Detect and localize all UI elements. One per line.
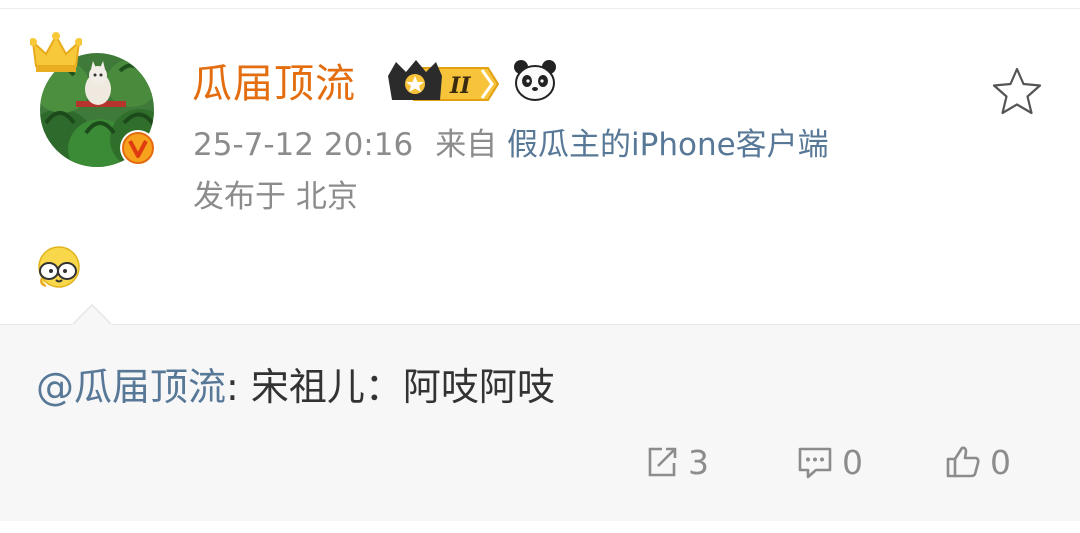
comment-count: 0 — [842, 442, 863, 482]
weibo-post-card: 瓜届顶流 II 25-7-12 20:16 来自 假瓜主的iPhone客户端 发布… — [0, 0, 1080, 533]
like-icon — [946, 446, 980, 478]
source-app-link[interactable]: 假瓜主的iPhone客户端 — [507, 127, 829, 163]
avatar-group[interactable] — [30, 32, 158, 170]
divider — [0, 8, 1080, 9]
source-prefix: 来自 — [435, 127, 498, 163]
username[interactable]: 瓜届顶流 — [192, 60, 356, 108]
emoji-icon — [38, 246, 80, 288]
location: 发布于 北京 — [193, 179, 358, 215]
vip-level: II — [449, 73, 471, 99]
comment-button[interactable]: 0 — [796, 440, 863, 484]
repost-box — [0, 324, 1080, 521]
like-count: 0 — [990, 442, 1011, 482]
mention-link[interactable]: @瓜届顶流 — [36, 365, 226, 409]
panda-icon — [514, 60, 556, 101]
repost-pointer — [72, 304, 112, 326]
comment-icon — [798, 447, 832, 479]
crown-icon — [30, 32, 82, 72]
repost-text: @瓜届顶流: 宋祖儿：阿吱阿吱 — [36, 364, 555, 410]
star-icon[interactable] — [990, 66, 1044, 116]
forward-count: 3 — [688, 442, 709, 482]
forward-button[interactable]: 3 — [644, 440, 709, 484]
like-button[interactable]: 0 — [944, 440, 1011, 484]
vip-badge-icon[interactable]: II — [384, 58, 500, 106]
verified-icon — [120, 130, 156, 166]
timestamp: 25-7-12 20:16 — [193, 127, 414, 163]
forward-icon — [648, 447, 677, 477]
post-meta: 25-7-12 20:16 来自 假瓜主的iPhone客户端 — [193, 124, 829, 166]
repost-content: : 宋祖儿：阿吱阿吱 — [226, 365, 555, 409]
